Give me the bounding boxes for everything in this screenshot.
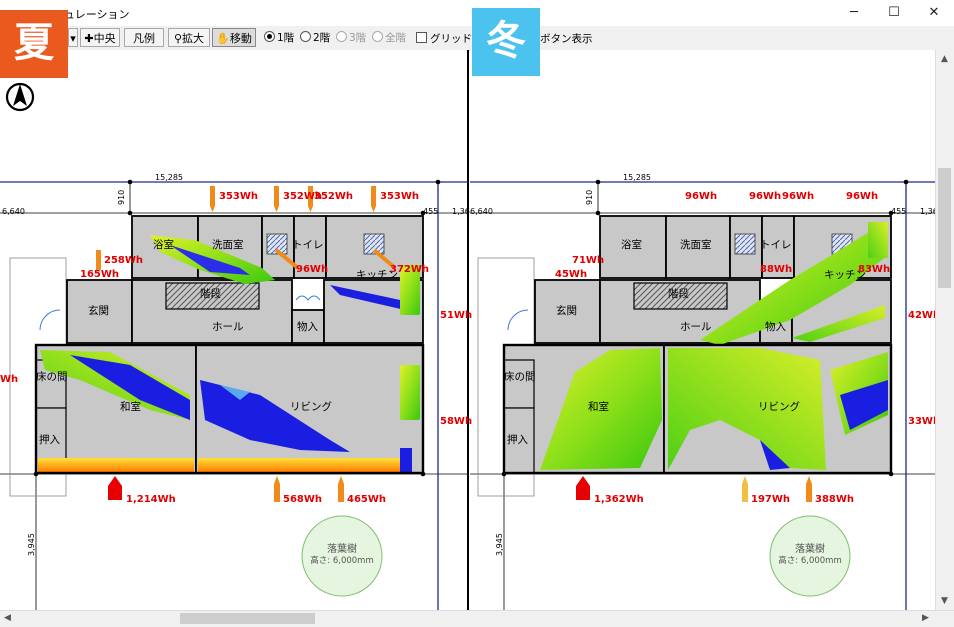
horizontal-scrollbar[interactable]: ◀ ▶ xyxy=(0,610,954,627)
summer-top-4: 353Wh xyxy=(380,191,419,202)
summer-toilet-inner: 96Wh xyxy=(296,264,328,275)
winter-upper-left: 71Wh xyxy=(572,255,604,266)
room-tokonoma: 床の間 xyxy=(504,370,536,383)
summer-right-upper: 51Wh xyxy=(440,310,472,321)
room-living: リビング xyxy=(758,400,800,413)
scroll-down-icon[interactable]: ▼ xyxy=(941,596,948,606)
room-storage: 物入 xyxy=(765,320,786,333)
dim-left: 6,640 xyxy=(2,207,25,216)
room-closet: 押入 xyxy=(39,433,60,446)
room-hall: ホール xyxy=(212,321,244,333)
winter-top-2: 96Wh xyxy=(749,191,781,202)
summer-upper-left: 258Wh xyxy=(104,255,143,266)
dim-right-a: 455 xyxy=(891,207,906,216)
summer-badge: 夏 xyxy=(0,10,68,78)
dim-top: 910 xyxy=(585,190,594,205)
room-washroom: 洗面室 xyxy=(212,238,244,251)
vertical-scroll-thumb[interactable] xyxy=(938,168,951,288)
scroll-right-icon[interactable]: ▶ xyxy=(922,613,929,623)
room-bath: 浴室 xyxy=(621,238,642,251)
winter-badge: 冬 xyxy=(472,8,540,76)
winter-bottom-1: 1,362Wh xyxy=(594,494,644,505)
room-closet: 押入 xyxy=(507,433,528,446)
room-washitsu: 和室 xyxy=(588,400,609,413)
summer-bottom-1: 1,214Wh xyxy=(126,494,176,505)
scroll-up-icon[interactable]: ▲ xyxy=(941,54,948,64)
summer-bottom-3: 465Wh xyxy=(347,494,386,505)
winter-top-1: 96Wh xyxy=(685,191,717,202)
room-living: リビング xyxy=(290,400,332,413)
tree-height: 高さ: 6,000mm xyxy=(778,555,841,566)
summer-kitchen-inner: 372Wh xyxy=(390,264,429,275)
room-washitsu: 和室 xyxy=(120,400,141,413)
room-stairs: 階段 xyxy=(668,287,689,300)
simulation-canvas[interactable]: 浴室 洗面室 トイレ キッチン 階段 玄関 ホール 物入 床の間 和室 リビング… xyxy=(0,0,954,626)
room-stairs: 階段 xyxy=(200,287,221,300)
room-bath: 浴室 xyxy=(153,238,174,251)
dim-width: 15,285 xyxy=(155,173,183,182)
summer-left-mid: 165Wh xyxy=(80,269,119,280)
north-arrow-icon xyxy=(5,82,35,112)
dim-width: 15,285 xyxy=(623,173,651,182)
summer-left-edge: Wh xyxy=(0,374,18,385)
dim-right-b: 1,36 xyxy=(452,207,470,216)
tree-label: 落葉樹 xyxy=(795,542,825,555)
vertical-scrollbar[interactable]: ▲ ▼ xyxy=(935,50,954,610)
room-toilet: トイレ xyxy=(760,239,792,251)
room-entrance: 玄関 xyxy=(88,304,109,317)
tree-height: 高さ: 6,000mm xyxy=(310,555,373,566)
winter-toilet-inner: 88Wh xyxy=(760,264,792,275)
summer-top-1: 353Wh xyxy=(219,191,258,202)
room-tokonoma: 床の間 xyxy=(36,370,68,383)
winter-kitchen-inner: 83Wh xyxy=(858,264,890,275)
room-storage: 物入 xyxy=(297,320,318,333)
room-toilet: トイレ xyxy=(292,239,324,251)
dim-right-a: 455 xyxy=(423,207,438,216)
dim-left: 6,640 xyxy=(470,207,493,216)
room-entrance: 玄関 xyxy=(556,304,577,317)
dim-top: 910 xyxy=(117,190,126,205)
dim-bottom: 3,945 xyxy=(27,533,36,556)
summer-top-3: 352Wh xyxy=(314,191,353,202)
winter-bottom-3: 388Wh xyxy=(815,494,854,505)
winter-bottom-2: 197Wh xyxy=(751,494,790,505)
winter-top-4: 96Wh xyxy=(846,191,878,202)
scroll-left-icon[interactable]: ◀ xyxy=(4,613,11,623)
room-washroom: 洗面室 xyxy=(680,238,712,251)
summer-right-lower: 58Wh xyxy=(440,416,472,427)
winter-left-mid: 45Wh xyxy=(555,269,587,280)
dim-bottom: 3,945 xyxy=(495,533,504,556)
tree-label: 落葉樹 xyxy=(327,542,357,555)
winter-top-3: 96Wh xyxy=(782,191,814,202)
room-hall: ホール xyxy=(680,321,712,333)
horizontal-scroll-thumb[interactable] xyxy=(180,613,315,624)
summer-bottom-2: 568Wh xyxy=(283,494,322,505)
